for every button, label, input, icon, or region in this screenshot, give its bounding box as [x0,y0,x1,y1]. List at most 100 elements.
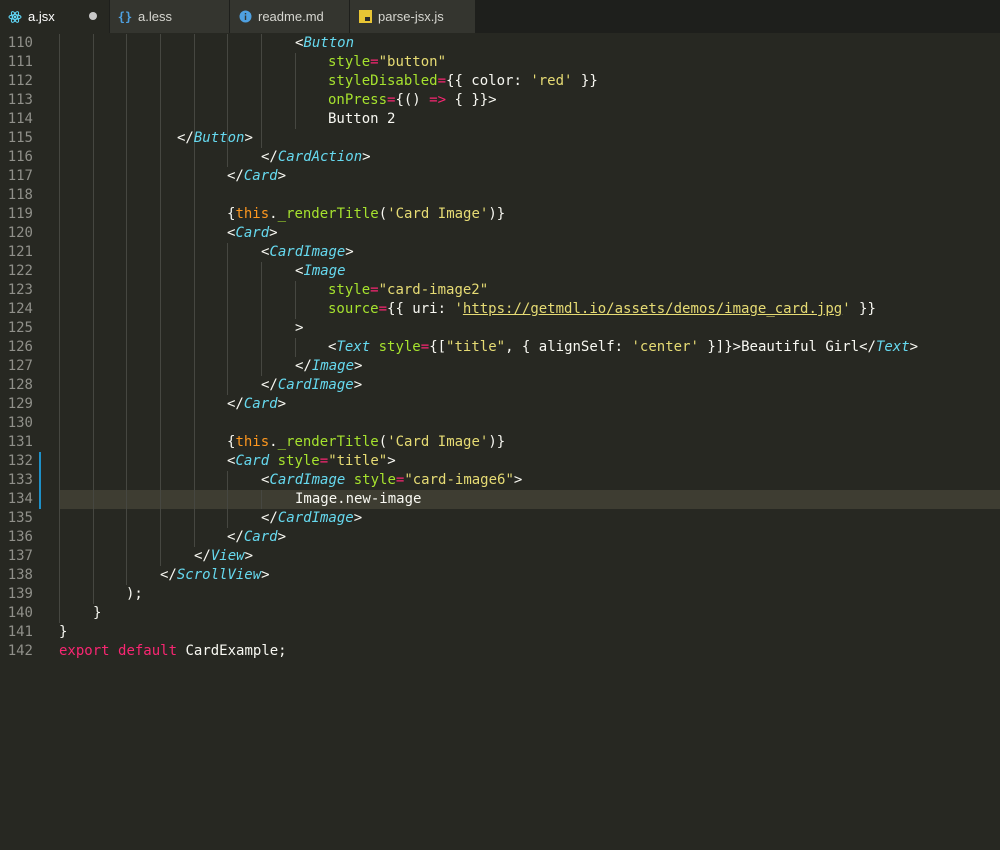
code-line-content[interactable]: {this._renderTitle('Card Image')} [59,205,1000,224]
line-number[interactable]: 132 [0,452,33,471]
code-line-content[interactable]: onPress={() => { }}> [59,91,1000,110]
line-number[interactable]: 128 [0,376,33,395]
line-number[interactable]: 141 [0,623,33,642]
code-line-content[interactable]: > [59,319,1000,338]
line-number[interactable]: 111 [0,53,33,72]
line-number[interactable]: 129 [0,395,33,414]
code-line-content[interactable]: export default CardExample; [59,642,1000,661]
code-line[interactable]: 112 styleDisabled={{ color: 'red' }} [0,72,1000,91]
code-line-content[interactable]: Button 2 [59,110,1000,129]
code-line[interactable]: 119 {this._renderTitle('Card Image')} [0,205,1000,224]
unsaved-dot-icon[interactable] [89,12,97,20]
line-number[interactable]: 116 [0,148,33,167]
line-number[interactable]: 131 [0,433,33,452]
code-line-content[interactable]: <Text style={["title", { alignSelf: 'cen… [59,338,1000,357]
url-link-token[interactable]: https://getmdl.io/assets/demos/image_car… [463,301,842,317]
line-number[interactable]: 137 [0,547,33,566]
code-line[interactable]: 121 <CardImage> [0,243,1000,262]
tab-parse-jsx-js[interactable]: parse-jsx.js [350,0,475,33]
line-number[interactable]: 119 [0,205,33,224]
line-number[interactable]: 138 [0,566,33,585]
tab-a-jsx[interactable]: a.jsx [0,0,109,33]
code-line-content[interactable]: style="button" [59,53,1000,72]
line-number[interactable]: 113 [0,91,33,110]
code-line[interactable]: 117 </Card> [0,167,1000,186]
code-line-content[interactable]: </CardAction> [59,148,1000,167]
code-line[interactable]: 115 </Button> [0,129,1000,148]
code-line-content[interactable]: styleDisabled={{ color: 'red' }} [59,72,1000,91]
line-number[interactable]: 140 [0,604,33,623]
code-line-content[interactable]: </Button> [59,129,1000,148]
code-line-content[interactable]: </CardImage> [59,509,1000,528]
code-line-content[interactable]: {this._renderTitle('Card Image')} [59,433,1000,452]
code-line[interactable]: 138 </ScrollView> [0,566,1000,585]
code-line-content[interactable]: Image.new-image [59,490,1000,509]
line-number[interactable]: 126 [0,338,33,357]
line-number[interactable]: 117 [0,167,33,186]
line-number[interactable]: 118 [0,186,33,205]
code-line[interactable]: 118 [0,186,1000,205]
code-line[interactable]: 116 </CardAction> [0,148,1000,167]
code-line[interactable]: 139); [0,585,1000,604]
line-number[interactable]: 123 [0,281,33,300]
code-line[interactable]: 136 </Card> [0,528,1000,547]
tab-readme-md[interactable]: readme.md [230,0,349,33]
code-line-content[interactable]: } [59,623,1000,642]
code-line[interactable]: 123 style="card-image2" [0,281,1000,300]
code-line[interactable]: 111 style="button" [0,53,1000,72]
line-number[interactable]: 130 [0,414,33,433]
code-line[interactable]: 134 Image.new-image [0,490,1000,509]
line-number[interactable]: 124 [0,300,33,319]
line-number[interactable]: 122 [0,262,33,281]
line-number[interactable]: 120 [0,224,33,243]
line-number[interactable]: 135 [0,509,33,528]
line-number[interactable]: 136 [0,528,33,547]
code-line[interactable]: 113 onPress={() => { }}> [0,91,1000,110]
code-line-content[interactable]: style="card-image2" [59,281,1000,300]
line-number[interactable]: 114 [0,110,33,129]
line-number[interactable]: 110 [0,34,33,53]
code-line-content[interactable]: </ScrollView> [59,566,1000,585]
code-line[interactable]: 131 {this._renderTitle('Card Image')} [0,433,1000,452]
code-line[interactable]: 128 </CardImage> [0,376,1000,395]
code-line[interactable]: 130 [0,414,1000,433]
code-line-content[interactable]: </View> [59,547,1000,566]
code-line[interactable]: 124 source={{ uri: 'https://getmdl.io/ass… [0,300,1000,319]
code-line[interactable]: 125 > [0,319,1000,338]
code-line-content[interactable]: source={{ uri: 'https://getmdl.io/assets… [59,300,1000,319]
code-line-content[interactable]: </Card> [59,528,1000,547]
code-line-content[interactable]: <Card> [59,224,1000,243]
code-line[interactable]: 135 </CardImage> [0,509,1000,528]
code-line[interactable]: 133 <CardImage style="card-image6"> [0,471,1000,490]
code-line[interactable]: 132 <Card style="title"> [0,452,1000,471]
line-number[interactable]: 112 [0,72,33,91]
code-line-content[interactable]: <CardImage style="card-image6"> [59,471,1000,490]
line-number[interactable]: 127 [0,357,33,376]
code-line[interactable]: 126 <Text style={["title", { alignSelf: '… [0,338,1000,357]
code-line-content[interactable]: ); [59,585,1000,604]
code-line[interactable]: 137 </View> [0,547,1000,566]
code-line[interactable]: 129 </Card> [0,395,1000,414]
code-line-content[interactable] [59,414,1000,433]
line-number[interactable]: 125 [0,319,33,338]
code-line-content[interactable]: } [59,604,1000,623]
code-line[interactable]: 110 <Button [0,34,1000,53]
line-number[interactable]: 134 [0,490,33,509]
line-number[interactable]: 133 [0,471,33,490]
code-line[interactable]: 140} [0,604,1000,623]
line-number[interactable]: 139 [0,585,33,604]
code-line[interactable]: 127 </Image> [0,357,1000,376]
code-line-content[interactable]: </Image> [59,357,1000,376]
code-line-content[interactable]: <Card style="title"> [59,452,1000,471]
code-line[interactable]: 120 <Card> [0,224,1000,243]
line-number[interactable]: 142 [0,642,33,661]
code-line-content[interactable] [59,186,1000,205]
line-number[interactable]: 115 [0,129,33,148]
code-line-content[interactable]: </Card> [59,395,1000,414]
code-line[interactable]: 142 export default CardExample; [0,642,1000,661]
code-line-content[interactable]: <Button [59,34,1000,53]
code-line-content[interactable]: </CardImage> [59,376,1000,395]
code-line-content[interactable]: <CardImage> [59,243,1000,262]
tab-a-less[interactable]: {} a.less [110,0,229,33]
code-line-content[interactable]: </Card> [59,167,1000,186]
